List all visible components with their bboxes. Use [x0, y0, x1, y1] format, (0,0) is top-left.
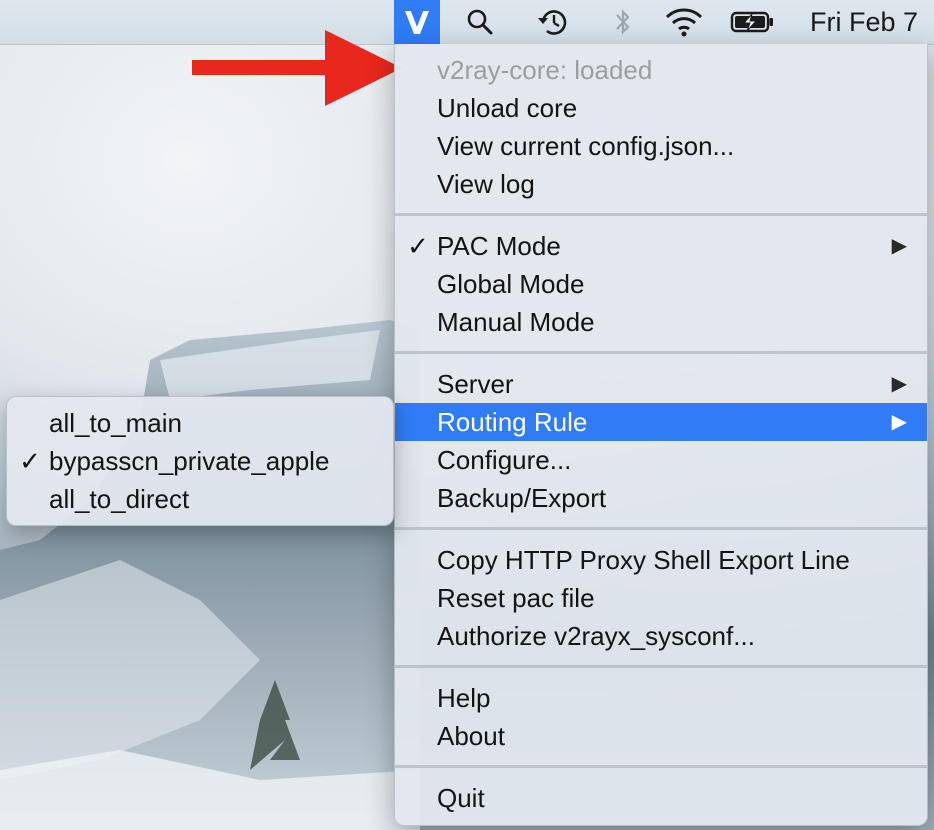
submenu-arrow-icon: ▶: [891, 411, 907, 433]
menu-item-unload-core[interactable]: Unload core: [395, 89, 927, 127]
menu-item-reset-pac[interactable]: Reset pac file: [395, 579, 927, 617]
macos-menu-bar: Fri Feb 7: [0, 0, 934, 45]
search-icon[interactable]: [458, 0, 502, 44]
checkmark-icon: ✓: [19, 446, 41, 476]
menu-item-help[interactable]: Help: [395, 679, 927, 717]
menu-separator: [395, 351, 927, 354]
submenu-item-all-to-main[interactable]: all_to_main: [7, 404, 393, 442]
menu-item-backup-export[interactable]: Backup/Export: [395, 479, 927, 517]
menu-item-core-status: v2ray-core: loaded: [437, 55, 653, 85]
menu-item-routing-rule[interactable]: Routing Rule ▶: [395, 403, 927, 441]
wifi-icon[interactable]: [658, 0, 710, 44]
submenu-item-bypasscn-private-apple[interactable]: ✓ bypasscn_private_apple: [7, 442, 393, 480]
menu-item-about[interactable]: About: [395, 717, 927, 755]
menu-item-global-mode[interactable]: Global Mode: [395, 265, 927, 303]
menu-item-copy-http-proxy[interactable]: Copy HTTP Proxy Shell Export Line: [395, 541, 927, 579]
routing-rule-submenu: all_to_main ✓ bypasscn_private_apple all…: [6, 396, 394, 526]
mountain-cliff-image: [0, 320, 420, 830]
menu-item-label: Routing Rule: [437, 407, 588, 437]
menu-bar-clock[interactable]: Fri Feb 7: [810, 0, 918, 44]
submenu-arrow-icon: ▶: [891, 235, 907, 257]
menu-item-configure[interactable]: Configure...: [395, 441, 927, 479]
menu-separator: [395, 213, 927, 216]
menu-separator: [395, 527, 927, 530]
submenu-item-all-to-direct[interactable]: all_to_direct: [7, 480, 393, 518]
menu-item-label: PAC Mode: [437, 231, 561, 261]
menu-separator: [395, 665, 927, 668]
menu-item-pac-mode[interactable]: ✓ PAC Mode ▶: [395, 227, 927, 265]
red-arrow-annotation: [192, 30, 402, 106]
menu-item-quit[interactable]: Quit: [395, 779, 927, 817]
submenu-item-label: all_to_main: [49, 408, 182, 438]
menu-item-server[interactable]: Server ▶: [395, 365, 927, 403]
submenu-item-label: all_to_direct: [49, 484, 190, 514]
checkmark-icon: ✓: [407, 231, 429, 261]
menu-item-label: Server: [437, 369, 514, 399]
bluetooth-icon[interactable]: [604, 0, 642, 44]
submenu-arrow-icon: ▶: [891, 373, 907, 395]
menu-item-manual-mode[interactable]: Manual Mode: [395, 303, 927, 341]
battery-charging-icon[interactable]: [726, 0, 780, 44]
time-machine-icon[interactable]: [528, 0, 578, 44]
menu-separator: [395, 765, 927, 768]
submenu-item-label: bypasscn_private_apple: [49, 446, 330, 476]
menu-item-authorize-sysconf[interactable]: Authorize v2rayx_sysconf...: [395, 617, 927, 655]
menu-item-view-config[interactable]: View current config.json...: [395, 127, 927, 165]
menu-item-view-log[interactable]: View log: [395, 165, 927, 203]
v2rayx-dropdown-menu: v2ray-core: loaded Unload core View curr…: [394, 44, 928, 826]
